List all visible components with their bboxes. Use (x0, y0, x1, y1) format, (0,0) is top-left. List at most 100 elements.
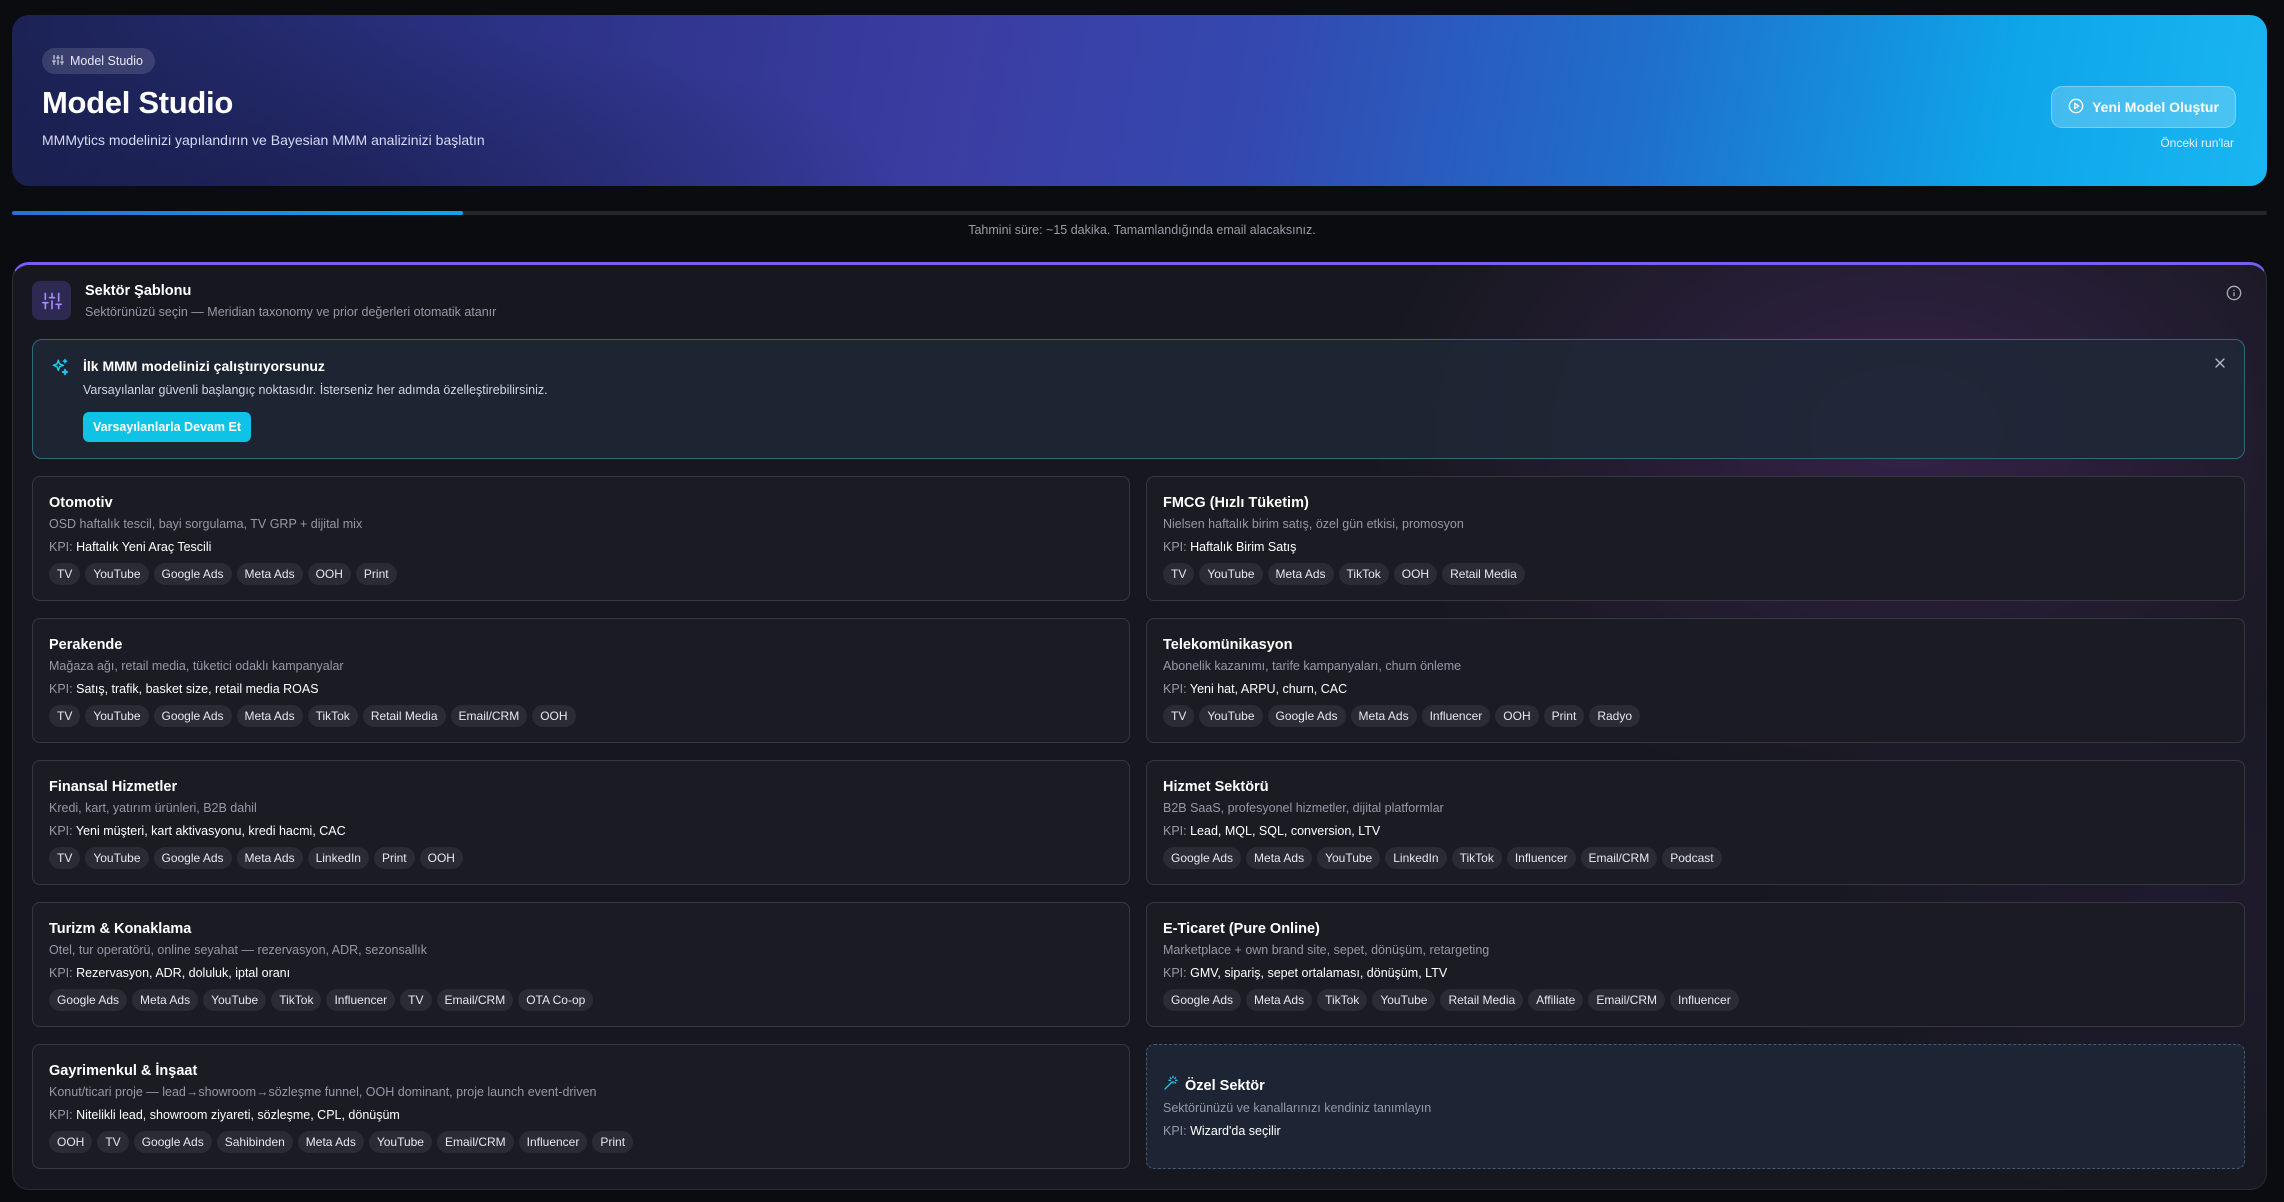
channel-tag: OOH (307, 563, 351, 585)
sector-title: FMCG (Hızlı Tüketim) (1163, 495, 1309, 511)
channel-tag: Retail Media (1442, 563, 1525, 585)
kpi-label: KPI: (49, 540, 73, 554)
kpi-label: KPI: (49, 966, 73, 980)
channel-tag: Google Ads (1163, 847, 1242, 869)
kpi-label: KPI: (49, 1108, 73, 1122)
channel-tag: YouTube (203, 989, 267, 1011)
sector-card[interactable]: E-Ticaret (Pure Online) Marketplace + own… (1146, 902, 2245, 1027)
sector-description: Nielsen haftalık birim satış, özel gün e… (1163, 517, 1464, 531)
kpi-value: Haftalık Yeni Araç Tescili (76, 540, 212, 554)
play-circle-icon (2068, 98, 2084, 117)
sector-description: Konut/ticari proje — lead→showroom→sözle… (49, 1085, 597, 1099)
channel-tag: TikTok (307, 705, 358, 727)
channel-tags: TV YouTube Google Ads Meta Ads OOH Print (49, 563, 1129, 585)
channel-tag: YouTube (368, 1131, 432, 1153)
kpi-label: KPI: (1163, 966, 1187, 980)
channel-tag: OOH (1393, 563, 1438, 585)
sector-description: Kredi, kart, yatırım ürünleri, B2B dahil (49, 801, 257, 815)
channel-tag: Google Ads (133, 1131, 212, 1153)
channel-tag: Meta Ads (1267, 563, 1334, 585)
channel-tag: Retail Media (362, 705, 446, 727)
kpi-value: Nitelikli lead, showroom ziyareti, sözle… (76, 1108, 400, 1122)
channel-tag: Influencer (1669, 989, 1739, 1011)
channel-tag: TV (49, 563, 81, 585)
sector-title: Otomotiv (49, 495, 113, 511)
custom-sector-title-label: Özel Sektör (1185, 1078, 1265, 1094)
channel-tag: OTA Co-op (518, 989, 594, 1011)
header-badge: Model Studio (42, 48, 155, 74)
channel-tags: TV YouTube Google Ads Meta Ads TikTok Retail … (49, 705, 1129, 727)
sector-title: Gayrimenkul & İnşaat (49, 1063, 198, 1079)
channel-tag: Print (1543, 705, 1585, 727)
sector-card[interactable]: Finansal Hizmetler Kredi, kart, yatırım ü… (32, 760, 1130, 885)
sector-title: Telekomünikasyon (1163, 637, 1293, 653)
progress-fill (12, 211, 463, 215)
sector-card[interactable]: Gayrimenkul & İnşaat Konut/ticari proje —… (32, 1044, 1130, 1169)
sector-kpi: KPI: Yeni hat, ARPU, churn, CAC (1163, 680, 2244, 698)
channel-tag: Influencer (1421, 705, 1491, 727)
previous-runs-link[interactable]: Önceki run'lar (2160, 136, 2234, 150)
channel-tag: Meta Ads (132, 989, 199, 1011)
sector-card[interactable]: Telekomünikasyon Abonelik kazanımı, tarif… (1146, 618, 2245, 743)
continue-with-defaults-button[interactable]: Varsayılanlarla Devam Et (83, 412, 252, 442)
channel-tag: Email/CRM (436, 989, 514, 1011)
sliders-icon (51, 54, 65, 69)
channel-tag: TV (97, 1131, 129, 1153)
kpi-value: Satış, trafik, basket size, retail media… (76, 682, 319, 696)
channel-tag: Google Ads (1163, 989, 1242, 1011)
sector-kpi: KPI: Nitelikli lead, showroom ziyareti, … (49, 1106, 1129, 1124)
kpi-label: KPI: (1163, 540, 1187, 554)
channel-tag: Influencer (326, 989, 396, 1011)
kpi-label: KPI: (1163, 824, 1187, 838)
info-icon[interactable] (2226, 285, 2242, 301)
channel-tags: TV YouTube Google Ads Meta Ads LinkedIn Print… (49, 847, 1129, 869)
channel-tag: Google Ads (49, 989, 128, 1011)
channel-tag: YouTube (85, 563, 149, 585)
channel-tags: TV YouTube Meta Ads TikTok OOH Retail Media (1163, 563, 2244, 585)
channel-tag: TikTok (1338, 563, 1389, 585)
close-icon[interactable] (2212, 355, 2228, 371)
channel-tag: Email/CRM (436, 1131, 514, 1153)
sector-kpi: KPI: Haftalık Birim Satış (1163, 538, 2244, 556)
sector-card[interactable]: FMCG (Hızlı Tüketim) Nielsen haftalık bir… (1146, 476, 2245, 601)
channel-tag: OOH (419, 847, 463, 869)
channel-tag: TikTok (1451, 847, 1502, 869)
sector-card[interactable]: Perakende Mağaza ağı, retail media, tüket… (32, 618, 1130, 743)
magic-wand-icon (1163, 1075, 1179, 1097)
channel-tag: Influencer (518, 1131, 588, 1153)
sector-kpi: KPI: Yeni müşteri, kart aktivasyonu, kre… (49, 822, 1129, 840)
sector-title: Finansal Hizmetler (49, 779, 178, 795)
sector-card[interactable]: Hizmet Sektörü B2B SaaS, profesyonel hizm… (1146, 760, 2245, 885)
sector-title: Turizm & Konaklama (49, 921, 192, 937)
channel-tag: Sahibinden (216, 1131, 293, 1153)
kpi-value: Wizard'da seçilir (1190, 1124, 1281, 1138)
sector-card[interactable]: Turizm & Konaklama Otel, tur operatörü, o… (32, 902, 1130, 1027)
channel-tag: Google Ads (153, 847, 232, 869)
channel-tag: Meta Ads (297, 1131, 364, 1153)
channel-tag: Meta Ads (236, 847, 303, 869)
sector-title: Hizmet Sektörü (1163, 779, 1269, 795)
channel-tag: Affiliate (1528, 989, 1584, 1011)
sector-description: B2B SaaS, profesyonel hizmetler, dijital… (1163, 801, 1444, 815)
sector-card[interactable]: Otomotiv OSD haftalık tescil, bayi sorgul… (32, 476, 1130, 601)
sector-kpi: KPI: Satış, trafik, basket size, retail … (49, 680, 1129, 698)
kpi-label: KPI: (49, 824, 73, 838)
channel-tag: Google Ads (153, 563, 232, 585)
sector-description: Otel, tur operatörü, online seyahat — re… (49, 943, 427, 957)
channel-tag: Email/CRM (450, 705, 528, 727)
channel-tags: Google Ads Meta Ads YouTube LinkedIn TikTok I… (1163, 847, 2244, 869)
sector-description: Marketplace + own brand site, sepet, dön… (1163, 943, 1490, 957)
sliders-vertical-icon (32, 281, 71, 320)
kpi-value: Yeni müşteri, kart aktivasyonu, kredi ha… (75, 824, 346, 838)
sector-description: OSD haftalık tescil, bayi sorgulama, TV … (49, 517, 363, 531)
custom-sector-card[interactable]: Özel Sektör Sektörünüzü ve kanallarınızı… (1146, 1044, 2245, 1169)
channel-tag: Email/CRM (1588, 989, 1665, 1011)
sector-kpi: KPI: GMV, sipariş, sepet ortalaması, dön… (1163, 964, 2244, 982)
channel-tag: TV (1163, 705, 1195, 727)
sector-description: Abonelik kazanımı, tarife kampanyaları, … (1163, 659, 1462, 673)
header-badge-label: Model Studio (70, 54, 143, 68)
new-model-button[interactable]: Yeni Model Oluştur (2051, 86, 2236, 128)
kpi-value: GMV, sipariş, sepet ortalaması, dönüşüm,… (1190, 966, 1448, 980)
progress-note: Tahmini süre: ~15 dakika. Tamamlandığınd… (968, 223, 1316, 237)
sector-grid: Otomotiv OSD haftalık tescil, bayi sorgul… (32, 476, 2245, 1169)
